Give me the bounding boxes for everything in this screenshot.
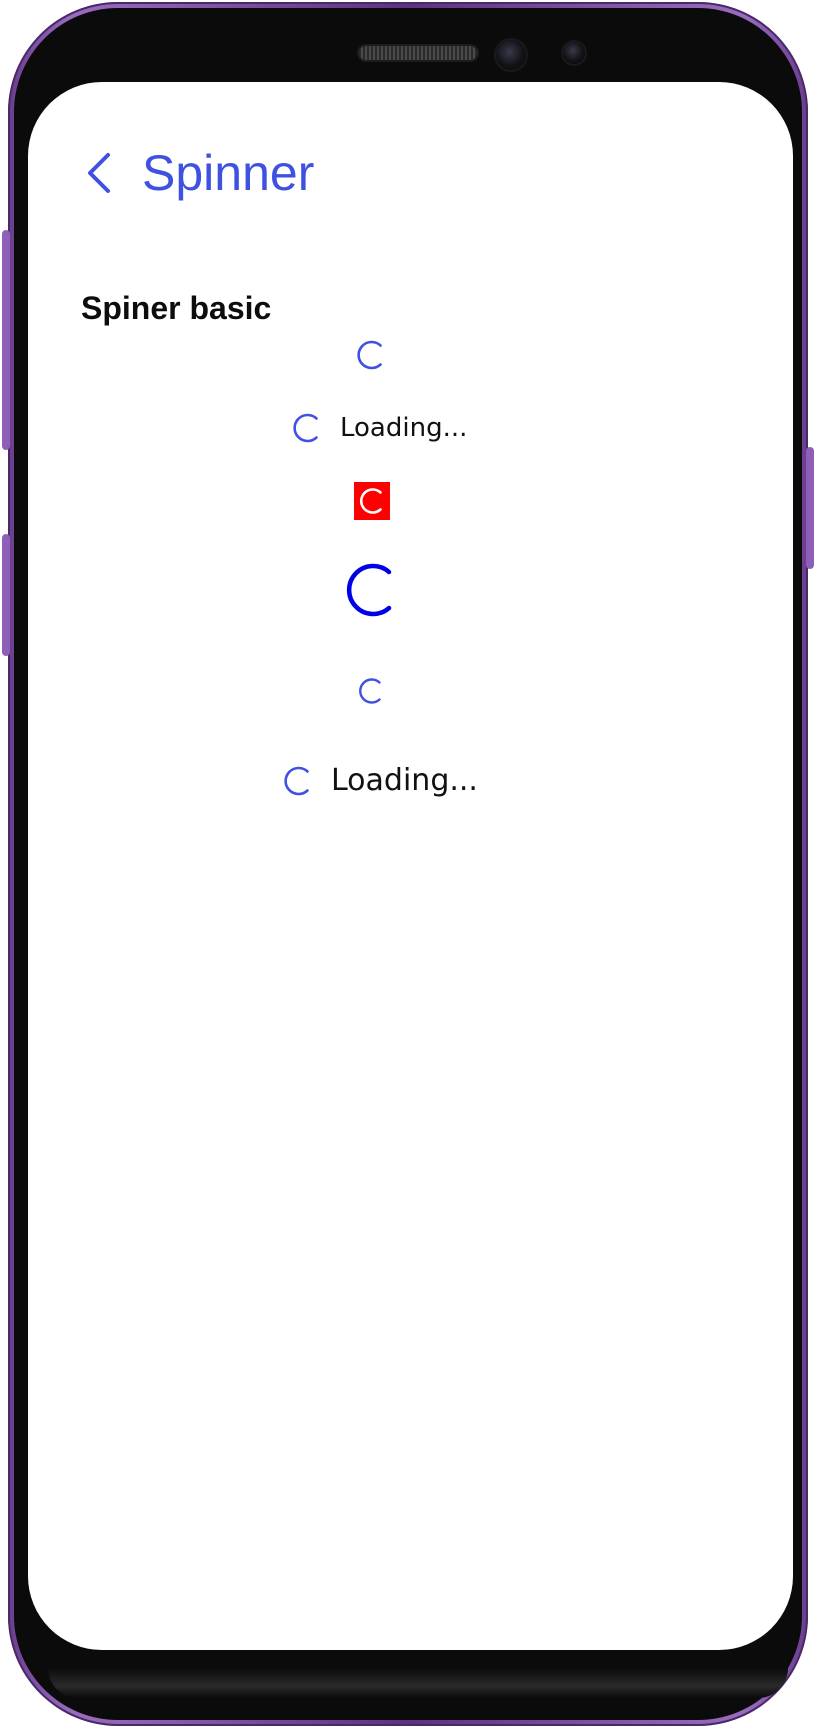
- app-header: Spinner: [28, 137, 793, 217]
- section-title: Spiner basic: [81, 290, 272, 326]
- app-screen: Spinner Spiner basic Loading... Loading.…: [28, 82, 793, 1650]
- chevron-left-icon: [88, 153, 110, 193]
- power-button: [806, 447, 814, 569]
- spinner-label: Loading...: [331, 763, 478, 798]
- sensor-icon: [563, 42, 585, 64]
- volume-button: [2, 230, 10, 450]
- spinner-icon: [357, 340, 382, 370]
- spinner-icon: [284, 766, 309, 796]
- spinner-label: Loading...: [340, 413, 468, 443]
- spinner-red-background: [354, 482, 390, 520]
- spinner-icon: [346, 563, 392, 617]
- bixby-button: [2, 534, 10, 656]
- earpiece-speaker: [359, 46, 477, 60]
- bottom-bezel: [48, 1668, 788, 1698]
- front-camera-icon: [496, 40, 526, 70]
- page-title: Spinner: [142, 145, 315, 201]
- spinner-icon: [360, 488, 382, 514]
- spinner-icon: [359, 678, 381, 704]
- spinner-icon: [293, 413, 318, 443]
- back-button[interactable]: [82, 149, 116, 197]
